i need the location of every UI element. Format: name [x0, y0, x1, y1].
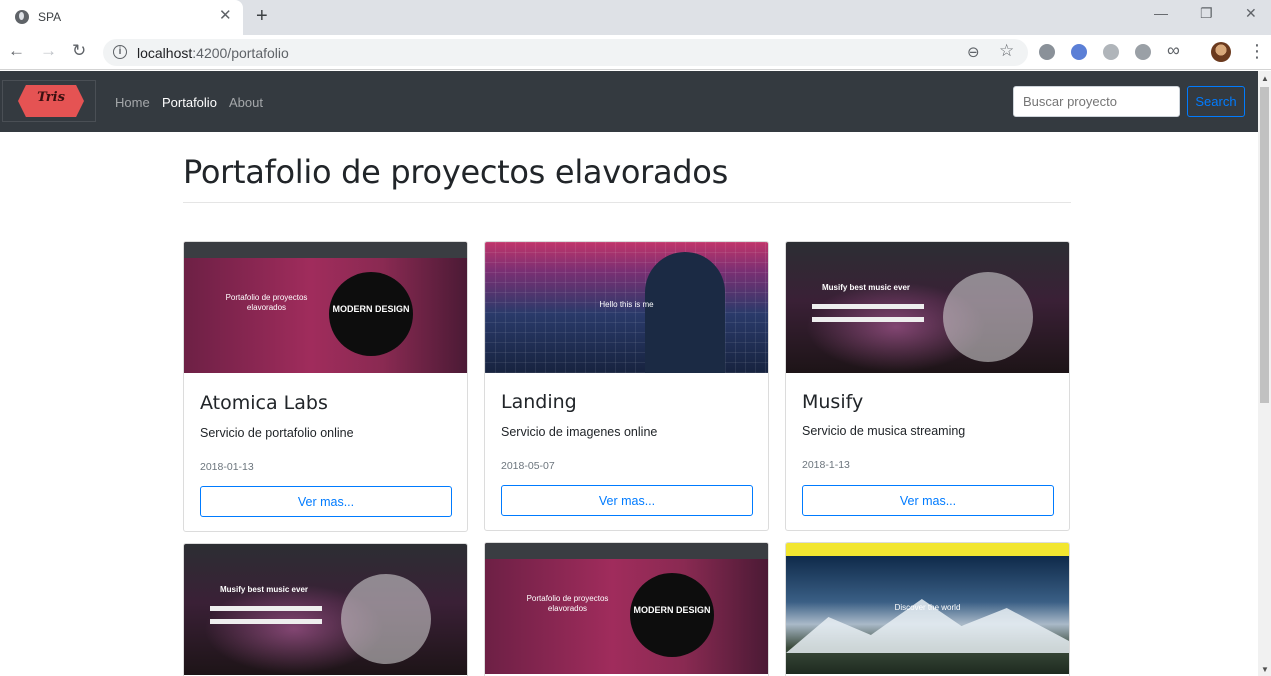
music-logo [341, 574, 431, 664]
chrome-menu-icon[interactable]: ⋮ [1248, 41, 1266, 61]
logo-text: Tris [37, 90, 65, 105]
browser-tabstrip: SPA ✕ + — ❐ ✕ [0, 0, 1271, 35]
search-button[interactable]: Search [1187, 86, 1245, 117]
card-description: Servicio de imagenes online [501, 425, 658, 439]
globe-icon [15, 10, 29, 24]
card-thumbnail[interactable]: Portafolio de proyectos elavorados MODER… [184, 242, 467, 373]
reload-icon[interactable]: ↻ [72, 41, 86, 61]
thumb-heading: Musify best music ever [219, 585, 309, 594]
page-scrollbar[interactable]: ▲ ▼ [1258, 71, 1271, 676]
zoom-icon[interactable]: ⊖ [967, 43, 980, 61]
card-date: 2018-1-13 [802, 459, 850, 471]
address-bar[interactable]: i localhost:4200/portafolio ⊖ ☆ [103, 39, 1028, 66]
ver-mas-button[interactable]: Ver mas... [802, 485, 1054, 516]
scroll-up-icon[interactable]: ▲ [1261, 74, 1269, 83]
card-title: Atomica Labs [200, 392, 328, 414]
extension-compass-icon[interactable] [1071, 44, 1087, 60]
back-icon[interactable]: ← [8, 41, 25, 61]
card-title: Landing [501, 391, 577, 413]
browser-tab[interactable]: SPA ✕ [0, 0, 243, 35]
browser-toolbar: ← → ↻ i localhost:4200/portafolio ⊖ ☆ ∞ … [0, 35, 1271, 70]
search-input[interactable] [1013, 86, 1180, 117]
restore-icon[interactable]: ❐ [1200, 5, 1213, 22]
ver-mas-button[interactable]: Ver mas... [501, 485, 753, 516]
project-card: Portafolio de proyectos elavorados MODER… [484, 542, 769, 676]
card-title: Musify [802, 391, 864, 413]
app-navbar: Tris Home Portafolio About Search [0, 71, 1258, 132]
nav-link-portafolio[interactable]: Portafolio [162, 95, 217, 110]
bookmark-star-icon[interactable]: ☆ [999, 41, 1014, 61]
profile-avatar[interactable] [1211, 42, 1231, 62]
thumb-heading: Hello this is me [599, 300, 654, 309]
project-card: Musify best music ever Musify Servicio d… [785, 241, 1070, 531]
nav-link-about[interactable]: About [229, 95, 263, 110]
url-text[interactable]: localhost:4200/portafolio [137, 45, 289, 61]
card-thumbnail[interactable]: Musify best music ever [184, 544, 467, 675]
scrollbar-thumb[interactable] [1260, 87, 1269, 403]
project-card: Portafolio de proyectos elavorados MODER… [183, 241, 468, 532]
thumb-heading: Portafolio de proyectos elavorados [225, 293, 308, 312]
nav-link-home[interactable]: Home [115, 95, 150, 110]
thumb-heading: Portafolio de proyectos elavorados [526, 594, 609, 613]
site-info-icon[interactable]: i [113, 45, 127, 59]
close-tab-icon[interactable]: ✕ [219, 8, 232, 23]
tab-title: SPA [38, 10, 62, 24]
thumb-badge: MODERN DESIGN [332, 304, 410, 314]
project-card: Hello this is me Landing Servicio de ima… [484, 241, 769, 531]
project-card: Musify best music ever [183, 543, 468, 676]
card-thumbnail[interactable]: Portafolio de proyectos elavorados MODER… [485, 543, 768, 674]
card-thumbnail[interactable]: Hello this is me [485, 242, 768, 373]
extension-globe-icon[interactable] [1135, 44, 1151, 60]
title-divider [183, 202, 1071, 203]
extension-shield-check-icon[interactable] [1103, 44, 1119, 60]
card-date: 2018-01-13 [200, 461, 254, 473]
thumb-badge: MODERN DESIGN [633, 605, 711, 615]
project-card: Discover the world [785, 542, 1070, 676]
thumb-heading: Musify best music ever [821, 283, 911, 292]
page-title: Portafolio de proyectos elavorados [183, 153, 728, 191]
forward-icon[interactable]: → [40, 41, 57, 61]
card-description: Servicio de portafolio online [200, 426, 354, 440]
card-thumbnail[interactable]: Discover the world [786, 543, 1069, 674]
card-description: Servicio de musica streaming [802, 424, 966, 438]
extension-shield-icon[interactable] [1039, 44, 1055, 60]
page-viewport: Tris Home Portafolio About Search Portaf… [0, 71, 1258, 676]
minimize-icon[interactable]: — [1154, 5, 1168, 21]
thumb-heading: Discover the world [894, 603, 961, 612]
card-thumbnail[interactable]: Musify best music ever [786, 242, 1069, 373]
ver-mas-button[interactable]: Ver mas... [200, 486, 452, 517]
extension-infinity-icon[interactable]: ∞ [1167, 40, 1183, 60]
window-close-icon[interactable]: ✕ [1245, 5, 1257, 22]
new-tab-button[interactable]: + [256, 6, 268, 26]
scroll-down-icon[interactable]: ▼ [1261, 665, 1269, 674]
card-date: 2018-05-07 [501, 460, 555, 472]
brand-logo[interactable]: Tris [2, 80, 96, 122]
music-logo [943, 272, 1033, 362]
